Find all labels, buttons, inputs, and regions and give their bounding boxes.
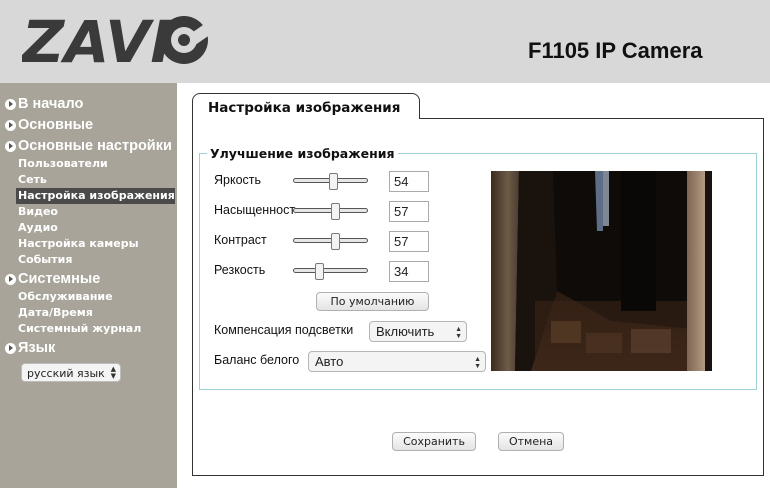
svg-text:ZAVI: ZAVI	[22, 12, 172, 70]
white-balance-select[interactable]: Авто ▲ ▼	[308, 351, 486, 372]
nav-item-maintenance[interactable]: Обслуживание	[18, 289, 113, 305]
slider-thumb[interactable]	[331, 203, 340, 220]
nav-basic-label: Основные	[18, 117, 94, 133]
nav-item-users[interactable]: Пользователи	[18, 156, 108, 172]
arrow-bullet-icon	[5, 273, 16, 285]
cancel-button[interactable]: Отмена	[498, 432, 564, 451]
nav-system[interactable]: Системные	[5, 269, 100, 289]
brightness-value[interactable]: 54	[389, 171, 429, 192]
nav-item-audio[interactable]: Аудио	[18, 220, 58, 236]
contrast-slider[interactable]	[293, 232, 368, 252]
nav-basic[interactable]: Основные	[5, 115, 93, 135]
spinner-arrows-icon: ▲ ▼	[110, 365, 116, 380]
white-balance-select-value: Авто	[315, 354, 344, 369]
nav-item-date-time[interactable]: Дата/Время	[18, 305, 93, 321]
backlight-select-value: Включить	[376, 324, 435, 339]
nav-home-label: В начало	[18, 96, 84, 112]
nav-item-system-log[interactable]: Системный журнал	[18, 321, 141, 337]
sharpness-value[interactable]: 34	[389, 261, 429, 282]
backlight-label: Компенсация подсветки	[214, 323, 354, 337]
spinner-arrows-icon: ▲ ▼	[455, 326, 462, 340]
slider-track	[293, 268, 368, 273]
group-legend: Улучшение изображения	[210, 146, 395, 161]
camera-feed-picture	[491, 171, 712, 371]
camera-preview-image	[491, 171, 712, 371]
nav-home[interactable]: В начало	[5, 94, 83, 114]
nav-basic-settings[interactable]: Основные настройки	[5, 136, 172, 156]
slider-thumb[interactable]	[315, 263, 324, 280]
nav-language[interactable]: Язык	[5, 338, 55, 358]
arrow-bullet-icon	[5, 140, 16, 152]
tab-image-settings[interactable]: Настройка изображения	[192, 93, 420, 119]
sharpness-slider[interactable]	[293, 262, 368, 282]
nav-item-video[interactable]: Видео	[18, 204, 58, 220]
arrow-bullet-icon	[5, 342, 16, 354]
saturation-label: Насыщенность	[214, 203, 296, 217]
brightness-slider[interactable]	[293, 172, 368, 192]
nav-item-image-settings[interactable]: Настройка изображения	[16, 188, 175, 204]
slider-thumb[interactable]	[331, 233, 340, 250]
arrow-bullet-icon	[5, 98, 16, 110]
save-button[interactable]: Сохранить	[392, 432, 476, 451]
spinner-arrows-icon: ▲ ▼	[474, 356, 481, 370]
default-button[interactable]: По умолчанию	[316, 292, 429, 311]
nav-item-events[interactable]: События	[18, 252, 72, 268]
slider-thumb[interactable]	[329, 173, 338, 190]
saturation-slider[interactable]	[293, 202, 368, 222]
header-bar: ZAVI F1105 IP Camera	[0, 0, 770, 83]
nav-language-label: Язык	[18, 340, 56, 356]
sharpness-label: Резкость	[214, 263, 266, 277]
contrast-value[interactable]: 57	[389, 231, 429, 252]
arrow-bullet-icon	[5, 119, 16, 131]
white-balance-label: Баланс белого	[214, 353, 300, 367]
saturation-value[interactable]: 57	[389, 201, 429, 222]
nav-item-network[interactable]: Сеть	[18, 172, 47, 188]
camera-model-title: F1105 IP Camera	[528, 38, 703, 63]
nav-item-camera-settings[interactable]: Настройка камеры	[18, 236, 139, 252]
brightness-label: Яркость	[214, 173, 262, 187]
language-select-value: русский язык	[27, 367, 105, 380]
language-select[interactable]: русский язык ▲ ▼	[21, 363, 121, 382]
zavio-logo: ZAVI	[22, 12, 212, 70]
nav-system-label: Системные	[18, 271, 101, 287]
nav-basic-settings-label: Основные настройки	[18, 138, 172, 154]
backlight-select[interactable]: Включить ▲ ▼	[369, 321, 467, 342]
contrast-label: Контраст	[214, 233, 267, 247]
